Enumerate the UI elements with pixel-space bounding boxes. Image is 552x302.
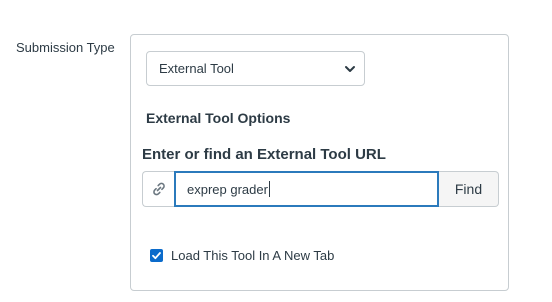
text-caret: [268, 181, 270, 197]
find-button[interactable]: Find: [439, 171, 499, 207]
submission-type-value: External Tool: [159, 61, 234, 76]
submission-type-select[interactable]: External Tool: [146, 51, 365, 86]
submission-type-label: Submission Type: [16, 40, 115, 55]
external-tool-options-heading: External Tool Options: [146, 110, 291, 126]
link-icon-addon: [142, 171, 175, 207]
new-tab-label: Load This Tool In A New Tab: [171, 248, 335, 263]
url-input-value: exprep grader: [187, 181, 268, 197]
chevron-down-icon: [345, 66, 355, 72]
load-in-new-tab-option[interactable]: Load This Tool In A New Tab: [150, 248, 334, 263]
external-tool-url-heading: Enter or find an External Tool URL: [142, 146, 386, 163]
external-tool-url-input[interactable]: exprep grader: [174, 171, 439, 207]
new-tab-checkbox[interactable]: [150, 249, 163, 262]
submission-settings: Submission Type External Tool External T…: [0, 0, 552, 302]
link-icon: [153, 182, 165, 196]
checkmark-icon: [152, 252, 161, 260]
